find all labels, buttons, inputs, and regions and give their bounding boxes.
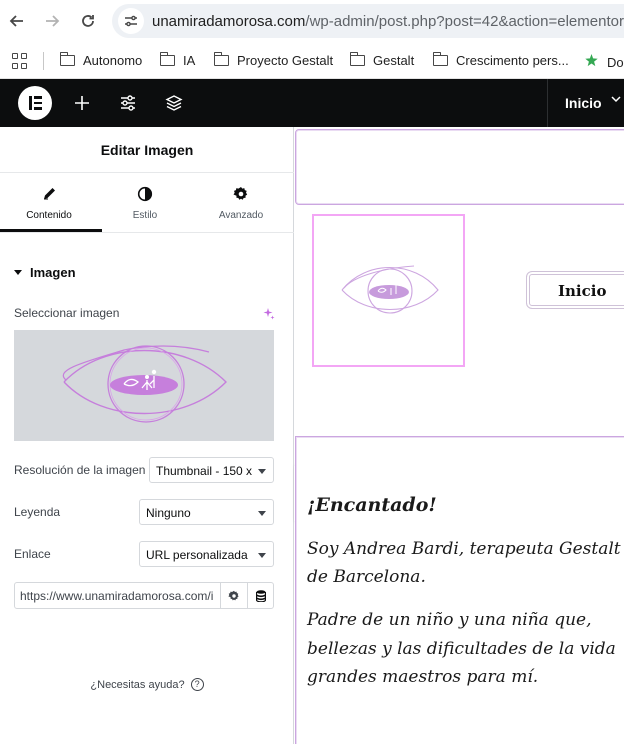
site-settings-icon[interactable] <box>118 8 144 34</box>
greeting-heading: ¡Encantado! <box>307 494 437 516</box>
link-url-input[interactable]: https://www.unamiradamorosa.com/i <box>14 582 274 609</box>
resolution-select[interactable]: Thumbnail - 150 x <box>149 457 274 483</box>
apps-grid-icon[interactable] <box>12 53 28 69</box>
editor-canvas: Inicio ¡Encantado! Soy Andrea Bardi, ter… <box>295 127 624 744</box>
bookmark-proyecto-gestalt[interactable]: Proyecto Gestalt <box>213 52 334 68</box>
dynamic-tags-database-icon[interactable] <box>247 583 274 608</box>
link-select[interactable]: URL personalizada <box>139 541 274 567</box>
image-widget-selected[interactable] <box>312 214 465 367</box>
bookmark-crescimento[interactable]: Crescimento pers... <box>432 52 569 68</box>
elementor-logo-icon[interactable] <box>18 86 52 120</box>
bookmark-label: Crescimento pers... <box>456 53 569 68</box>
caption-select[interactable]: Ninguno <box>139 499 274 525</box>
bookmark-label: Gestalt <box>373 53 415 68</box>
bookmarks-separator <box>43 52 44 70</box>
tab-label: Avanzado <box>218 210 264 221</box>
folder-icon <box>432 52 448 66</box>
select-value: URL personalizada <box>146 548 248 562</box>
dropdown-arrow-icon <box>258 553 266 558</box>
paragraph-1-line-2: de Barcelona. <box>307 567 426 587</box>
bookmark-label: Doc <box>607 54 624 70</box>
link-label: Enlace <box>14 547 51 561</box>
top-bar-separator <box>547 79 548 127</box>
browser-toolbar: unamiradamorosa.com/wp-admin/post.php?po… <box>0 0 624 43</box>
bookmarks-bar: Autonomo IA Proyecto Gestalt Gestalt Cre… <box>0 43 624 79</box>
caption-label: Leyenda <box>14 505 61 519</box>
add-element-icon[interactable] <box>70 91 94 115</box>
header-container[interactable] <box>295 129 624 205</box>
chevron-down-icon[interactable] <box>610 93 622 108</box>
gear-icon <box>192 186 290 204</box>
url-text: unamiradamorosa.com/wp-admin/post.php?po… <box>152 13 624 30</box>
url-input-value[interactable]: https://www.unamiradamorosa.com/i <box>20 589 220 603</box>
reload-icon[interactable] <box>77 10 99 32</box>
caret-down-icon <box>14 270 22 275</box>
paragraph-2-line-3: grandes maestros para mí. <box>307 667 539 687</box>
tab-label: Estilo <box>132 210 158 221</box>
tab-label: Contenido <box>26 210 72 221</box>
half-circle-icon <box>96 186 194 204</box>
inicio-button[interactable]: Inicio <box>526 271 624 309</box>
paragraph-1-line-1: Soy Andrea Bardi, terapeuta Gestalt y <box>307 539 624 559</box>
section-header-imagen[interactable]: Imagen <box>14 265 76 280</box>
folder-icon <box>59 52 75 66</box>
ai-sparkle-icon[interactable] <box>262 307 275 323</box>
dropdown-arrow-icon <box>258 511 266 516</box>
question-circle-icon: ? <box>190 678 204 691</box>
bookmark-gestalt[interactable]: Gestalt <box>349 52 415 68</box>
select-image-label: Seleccionar imagen <box>14 306 120 320</box>
back-arrow-icon[interactable] <box>6 10 28 32</box>
editor-panel: Editar Imagen Contenido Estilo Avanzado … <box>0 127 294 744</box>
dropdown-arrow-icon <box>258 469 266 474</box>
bookmark-autonomo[interactable]: Autonomo <box>59 52 143 68</box>
forward-arrow-icon[interactable] <box>41 10 63 32</box>
tabs-divider <box>0 232 294 233</box>
tab-avanzado[interactable]: Avanzado <box>192 173 290 232</box>
tab-estilo[interactable]: Estilo <box>96 173 194 232</box>
page-selector[interactable]: Inicio <box>565 95 602 111</box>
address-bar[interactable]: unamiradamorosa.com/wp-admin/post.php?po… <box>112 4 624 38</box>
paragraph-2-line-2: bellezas y las dificultades de la vida <box>307 639 616 659</box>
tab-contenido[interactable]: Contenido <box>0 173 98 232</box>
bookmark-label: IA <box>183 53 196 68</box>
bookmark-doc[interactable]: Doc <box>584 53 624 71</box>
select-value: Thumbnail - 150 x <box>156 464 253 478</box>
content-container[interactable] <box>295 436 624 744</box>
panel-title: Editar Imagen <box>0 127 294 173</box>
folder-icon <box>213 52 229 66</box>
elementor-top-bar: Inicio <box>0 79 624 127</box>
select-value: Ninguno <box>146 506 191 520</box>
paragraph-2-line-1: Padre de un niño y una niña que, <box>307 610 592 630</box>
folder-icon <box>349 52 365 66</box>
resolution-label: Resolución de la imagen <box>14 463 146 477</box>
help-text: ¿Necesitas ayuda? <box>90 678 185 691</box>
bookmark-ia[interactable]: IA <box>159 52 196 68</box>
site-settings-sliders-icon[interactable] <box>116 91 140 115</box>
image-picker-preview[interactable] <box>14 330 274 441</box>
section-title: Imagen <box>30 265 76 280</box>
structure-layers-icon[interactable] <box>162 91 186 115</box>
eye-logo-image <box>62 345 227 423</box>
bookmark-label: Proyecto Gestalt <box>237 53 334 68</box>
pencil-icon <box>0 186 98 204</box>
help-link[interactable]: ¿Necesitas ayuda? ? <box>0 678 294 691</box>
bookmark-label: Autonomo <box>83 53 143 68</box>
folder-icon <box>159 52 175 66</box>
eye-logo-image <box>341 265 439 314</box>
docs-star-icon <box>584 53 599 71</box>
link-options-gear-icon[interactable] <box>220 583 247 608</box>
